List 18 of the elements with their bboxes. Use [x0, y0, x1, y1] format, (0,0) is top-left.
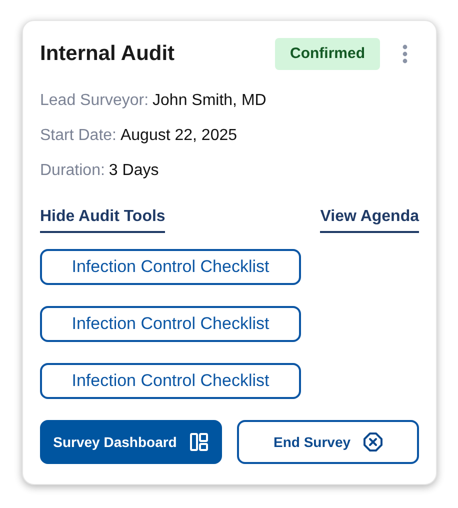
- detail-value: August 22, 2025: [120, 126, 238, 146]
- detail-value: John Smith, MD: [152, 91, 266, 111]
- status-badge: Confirmed: [275, 38, 380, 70]
- text-link[interactable]: View Agenda: [320, 205, 419, 233]
- checklist-button[interactable]: Infection Control Checklist: [40, 363, 301, 399]
- more-icon[interactable]: [402, 44, 408, 64]
- dashboard-button[interactable]: Survey Dashboard: [40, 420, 222, 464]
- detail-label: Lead Surveyor:: [40, 91, 149, 111]
- checklist-button[interactable]: Infection Control Checklist: [40, 306, 301, 342]
- end-survey-button[interactable]: End Survey: [237, 420, 419, 464]
- checklist-button[interactable]: Infection Control Checklist: [40, 249, 301, 285]
- detail-value: 3 Days: [108, 161, 159, 181]
- detail-label: Start Date:: [40, 126, 116, 146]
- text-link[interactable]: Hide Audit Tools: [40, 205, 166, 233]
- close-icon: [362, 432, 383, 452]
- detail-label: Duration:: [40, 161, 105, 181]
- card-title: Internal Audit: [40, 41, 175, 68]
- layout-icon: [188, 432, 209, 452]
